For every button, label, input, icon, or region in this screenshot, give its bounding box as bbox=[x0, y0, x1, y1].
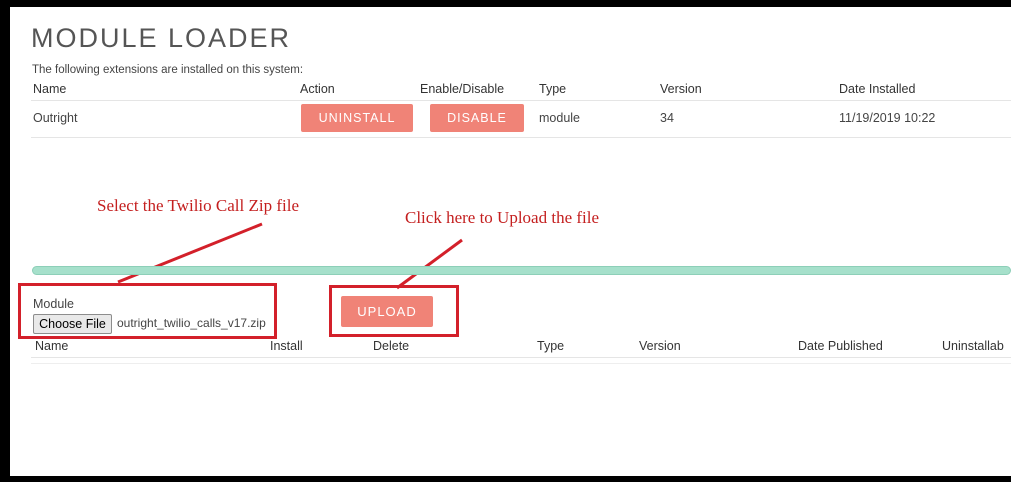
col2-header-type: Type bbox=[537, 339, 565, 353]
col2-header-delete: Delete bbox=[373, 339, 410, 353]
header2-divider bbox=[31, 357, 1011, 358]
col2-header-version: Version bbox=[639, 339, 681, 353]
arrow-to-upload-button bbox=[396, 238, 463, 290]
highlight-upload-button bbox=[329, 285, 459, 337]
highlight-file-input bbox=[18, 283, 277, 339]
col2-header-uninstallable: Uninstallab bbox=[942, 339, 1004, 353]
col2-header-date-published: Date Published bbox=[798, 339, 883, 353]
header2-divider-secondary bbox=[31, 363, 1011, 364]
annotation-arrows bbox=[117, 222, 463, 290]
upload-progress-bar bbox=[32, 266, 1011, 275]
col2-header-install: Install bbox=[270, 339, 303, 353]
col2-header-name: Name bbox=[35, 339, 69, 353]
